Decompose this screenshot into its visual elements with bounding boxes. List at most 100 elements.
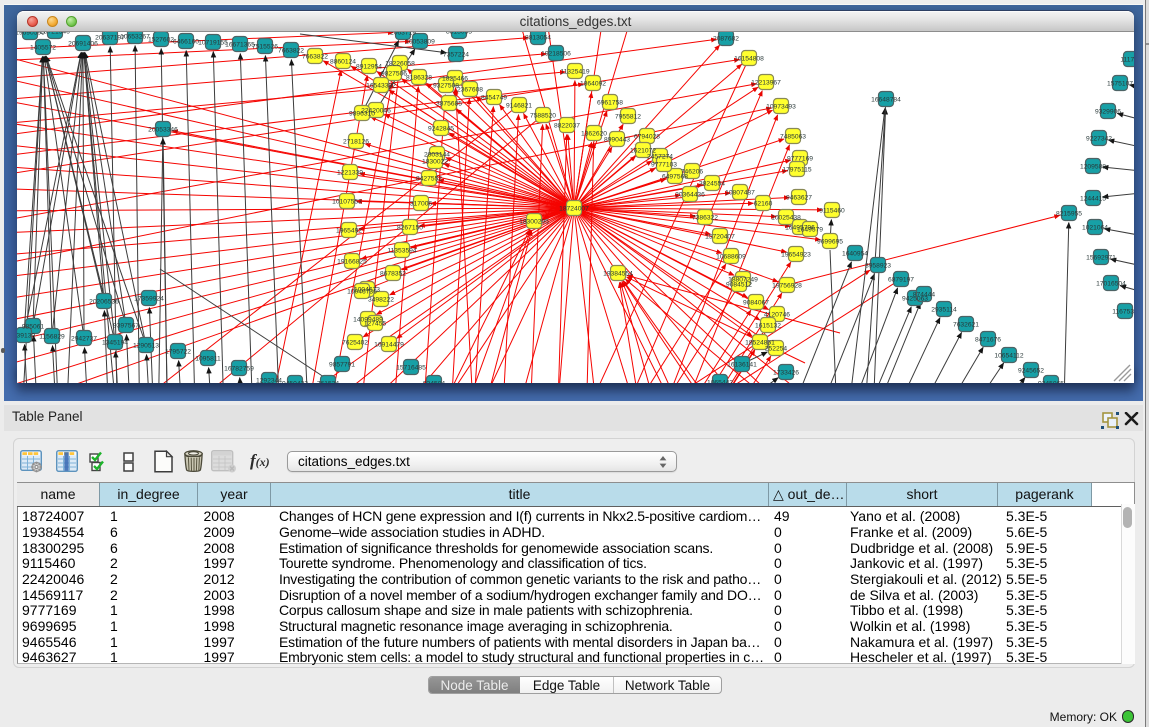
svg-text:1221339: 1221339 xyxy=(337,169,363,176)
svg-text:20721546: 20721546 xyxy=(40,32,70,36)
svg-text:1290513: 1290513 xyxy=(133,342,159,349)
svg-text:9329906: 9329906 xyxy=(1095,108,1121,115)
svg-text:2087682: 2087682 xyxy=(713,35,739,42)
svg-text:9146821: 9146821 xyxy=(506,102,532,109)
svg-text:2718126: 2718126 xyxy=(343,138,369,145)
svg-text:9327508: 9327508 xyxy=(433,82,459,89)
svg-text:11353594: 11353594 xyxy=(387,247,417,254)
svg-text:8267150: 8267150 xyxy=(397,224,423,231)
svg-text:16136141: 16136141 xyxy=(727,361,757,368)
svg-text:8912954: 8912954 xyxy=(356,63,382,70)
svg-text:9115460: 9115460 xyxy=(819,207,845,214)
svg-text:7632621: 7632621 xyxy=(953,321,979,328)
svg-text:6961758: 6961758 xyxy=(597,99,623,106)
svg-text:10654112: 10654112 xyxy=(994,352,1024,359)
svg-text:1615132: 1615132 xyxy=(755,322,781,329)
svg-text:15692971: 15692971 xyxy=(1086,254,1116,261)
svg-text:10973493: 10973493 xyxy=(766,103,796,110)
svg-text:9242845: 9242845 xyxy=(428,125,454,132)
svg-text:8813054: 8813054 xyxy=(525,34,551,41)
svg-text:16914479: 16914479 xyxy=(374,341,404,348)
svg-text:6497568: 6497568 xyxy=(662,173,688,180)
svg-text:19218506: 19218506 xyxy=(541,50,571,57)
svg-text:10046736: 10046736 xyxy=(347,288,377,295)
svg-text:16154808: 16154808 xyxy=(734,55,764,62)
svg-text:20691406: 20691406 xyxy=(68,40,98,47)
svg-text:127455: 127455 xyxy=(364,320,387,327)
svg-text:1825466: 1825466 xyxy=(442,75,468,82)
svg-text:1244415: 1244415 xyxy=(1080,195,1106,202)
svg-text:7357224: 7357224 xyxy=(443,51,469,58)
svg-text:761534: 761534 xyxy=(317,380,340,383)
svg-text:2803144: 2803144 xyxy=(424,151,450,158)
svg-text:18724007: 18724007 xyxy=(559,205,589,212)
svg-text:1527602: 1527602 xyxy=(148,36,174,43)
svg-text:16543382: 16543382 xyxy=(366,82,396,89)
svg-text:6794028: 6794028 xyxy=(634,133,660,140)
svg-text:16671365: 16671365 xyxy=(225,41,255,48)
svg-text:12213967: 12213967 xyxy=(751,79,781,86)
svg-text:17975115: 17975115 xyxy=(782,166,812,173)
svg-text:9777103: 9777103 xyxy=(651,161,677,168)
svg-text:2367608: 2367608 xyxy=(457,86,483,93)
svg-text:7955812: 7955812 xyxy=(615,113,641,120)
svg-text:1640954: 1640954 xyxy=(842,250,868,257)
svg-text:1733426: 1733426 xyxy=(773,369,799,376)
svg-text:9450432: 9450432 xyxy=(282,380,308,383)
svg-text:1156829: 1156829 xyxy=(39,333,65,340)
svg-text:17359924: 17359924 xyxy=(134,295,164,302)
svg-text:17016504: 17016504 xyxy=(1096,280,1126,287)
svg-text:8822037: 8822037 xyxy=(554,122,580,129)
svg-text:9777169: 9777169 xyxy=(787,155,813,162)
svg-text:19756928: 19756928 xyxy=(772,282,802,289)
svg-text:1292344: 1292344 xyxy=(256,377,282,383)
svg-text:1095811: 1095811 xyxy=(195,355,221,362)
svg-text:7515526: 7515526 xyxy=(252,43,278,50)
svg-text:252254: 252254 xyxy=(765,345,788,352)
svg-text:9227342: 9227342 xyxy=(1086,135,1112,142)
svg-text:4120746: 4120746 xyxy=(764,311,790,318)
svg-text:62160: 62160 xyxy=(754,200,773,207)
svg-text:15720407: 15720407 xyxy=(705,233,735,240)
svg-text:7588520: 7588520 xyxy=(530,112,556,119)
svg-text:7663822: 7663822 xyxy=(302,53,328,60)
svg-text:15716485: 15716485 xyxy=(396,364,426,371)
svg-text:1575107: 1575107 xyxy=(1107,80,1133,87)
svg-text:9245652: 9245652 xyxy=(1018,367,1044,374)
svg-text:8215955: 8215955 xyxy=(1056,210,1082,217)
svg-text:8427552: 8427552 xyxy=(416,175,442,182)
svg-text:9245065: 9245065 xyxy=(1038,380,1064,383)
svg-text:1209588: 1209588 xyxy=(1080,163,1106,170)
svg-text:985061: 985061 xyxy=(22,323,45,330)
svg-text:8990443: 8990443 xyxy=(604,136,630,143)
svg-text:2063719: 2063719 xyxy=(390,32,416,37)
svg-text:939139: 939139 xyxy=(17,332,35,339)
svg-text:924504: 924504 xyxy=(423,380,446,383)
svg-text:11325419: 11325419 xyxy=(560,68,590,75)
svg-text:2942737: 2942737 xyxy=(71,335,97,342)
svg-text:3498222: 3498222 xyxy=(368,296,394,303)
svg-text:111754: 111754 xyxy=(1120,56,1134,63)
svg-text:10107553: 10107553 xyxy=(332,198,362,205)
svg-text:10807487: 10807487 xyxy=(725,189,755,196)
svg-text:7663822: 7663822 xyxy=(278,47,304,54)
svg-text:20364436: 20364436 xyxy=(675,191,705,198)
svg-text:9896310: 9896310 xyxy=(349,110,375,117)
svg-text:19384554: 19384554 xyxy=(603,270,633,277)
svg-text:9827506: 9827506 xyxy=(381,70,407,77)
svg-text:317006: 317006 xyxy=(410,200,433,207)
svg-text:19654923: 19654923 xyxy=(781,251,811,258)
svg-text:3824554: 3824554 xyxy=(699,180,725,187)
svg-text:7485063: 7485063 xyxy=(780,133,806,140)
svg-text:1649579: 1649579 xyxy=(797,226,823,233)
svg-text:9857791: 9857791 xyxy=(329,361,355,368)
svg-text:9084067: 9084067 xyxy=(743,299,769,306)
svg-text:8958923: 8958923 xyxy=(865,262,891,269)
svg-text:18226058: 18226058 xyxy=(385,60,415,67)
svg-text:16648784: 16648784 xyxy=(871,96,901,103)
svg-text:2457274: 2457274 xyxy=(647,153,673,160)
svg-text:2935114: 2935114 xyxy=(931,306,957,313)
svg-text:9699695: 9699695 xyxy=(817,238,843,245)
svg-text:10025438: 10025438 xyxy=(771,214,801,221)
svg-text:1405572: 1405572 xyxy=(30,44,56,51)
